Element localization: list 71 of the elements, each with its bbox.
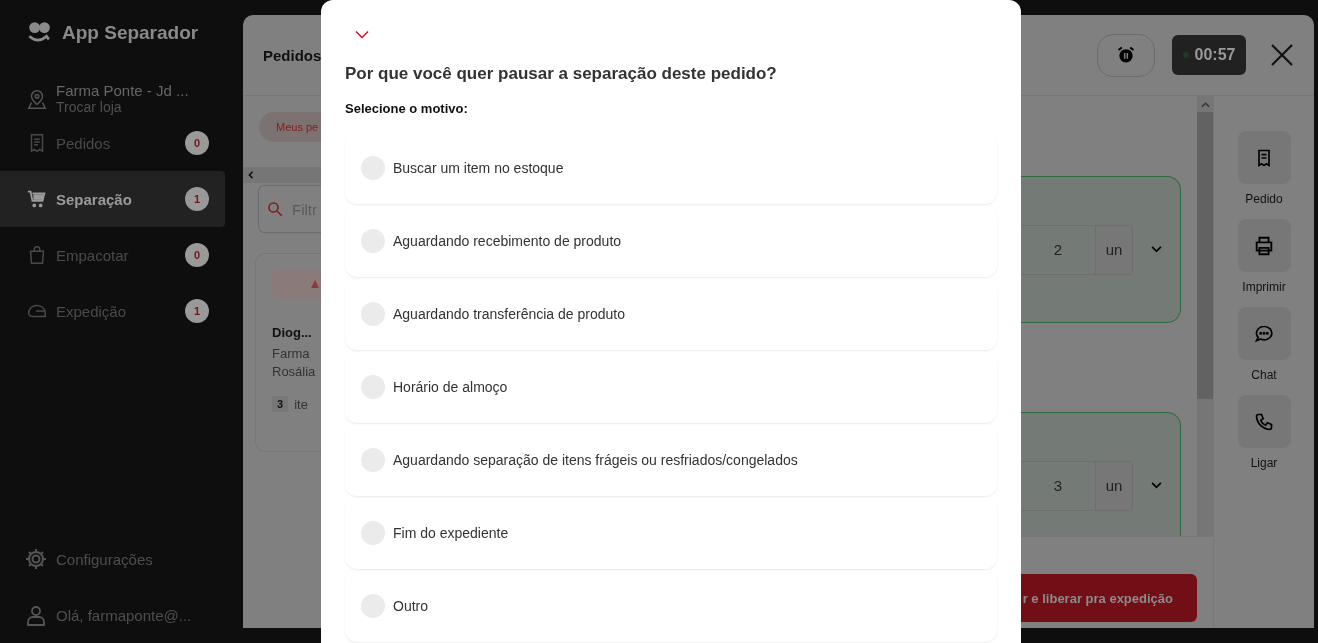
unit-label: un [1095,225,1132,274]
reason-option[interactable]: Horário de almoço [345,351,997,423]
reason-label: Buscar um item no estoque [393,160,564,176]
user-icon [24,603,48,627]
nav-item[interactable]: Empacotar 0 [0,227,225,283]
count-badge: 0 [185,243,209,267]
reason-option[interactable]: Fim do expediente [345,497,997,569]
pause-alarm-button[interactable] [1097,33,1155,77]
item-count-label: ite [294,396,308,412]
reason-label: Aguardando transferência de produto [393,306,625,322]
close-icon[interactable] [1270,43,1294,67]
quantity-field[interactable]: 2 un [1021,224,1133,275]
phone-action-button[interactable] [1237,395,1291,448]
quantity-field[interactable]: 3 un [1021,460,1133,511]
horizontal-scrollbar[interactable] [243,167,321,183]
store-line: Farma [272,345,311,363]
user-greeting: Olá, farmaponte@... [56,606,192,624]
reason-label: Horário de almoço [393,379,508,395]
change-store-link[interactable]: Trocar loja [56,99,189,115]
reason-option[interactable]: Aguardando transferência de produto [345,278,997,350]
timer-value: 00:57 [1194,46,1236,64]
dialog-prompt: Selecione o motivo: [345,101,469,116]
address-line: Rosália [272,363,317,381]
chevron-down-icon[interactable] [1151,482,1162,489]
phone-icon [1254,411,1274,432]
reason-option[interactable]: Outro [345,570,997,642]
customer-name: Diog... [272,325,313,340]
chevron-down-icon[interactable] [1151,246,1162,253]
alert-icon [311,279,319,289]
item-count-badge: 3 [272,396,289,412]
count-badge: 1 [185,187,209,211]
finish-button[interactable]: r e liberar pra expedição [1021,574,1197,622]
reason-option[interactable]: Aguardando recebimento de produto [345,205,997,277]
vertical-scrollbar[interactable] [1197,96,1213,536]
action-label: Chat [1251,368,1277,382]
action-label: Imprimir [1242,280,1286,294]
status-dot [1182,52,1189,58]
chat-action-button[interactable] [1237,307,1291,360]
chat-icon [1254,323,1274,344]
nav-item[interactable]: Pedidos 0 [0,115,225,171]
nav-item[interactable]: Separação 1 [0,171,225,227]
scrollbar-thumb[interactable] [1197,112,1213,399]
reason-label: Aguardando recebimento de produto [393,233,622,249]
chevron-down-icon[interactable] [353,30,371,39]
quantity-value: 2 [1052,240,1064,260]
cart-icon [26,188,48,210]
quantity-value: 3 [1052,476,1064,496]
count-badge: 1 [185,299,209,323]
chevron-up-icon [1200,102,1210,108]
nav-item[interactable]: Expedição 1 [0,283,225,339]
action-label: Ligar [1250,456,1278,470]
reason-label: Fim do expediente [393,525,509,541]
reason-option[interactable]: Buscar um item no estoque [345,132,997,204]
reason-label: Outro [393,598,428,614]
action-label: Pedido [1245,192,1283,206]
dialog-title: Por que você quer pausar a separação deste pedido? [345,64,778,84]
settings-icon [24,547,48,571]
unit-label: un [1095,461,1132,510]
store-name: Farma Ponte - Jd ... [56,82,189,99]
receipt-action-button[interactable] [1237,131,1291,184]
printer-icon [1253,234,1275,257]
app-title: App Separador [62,22,199,44]
order-card[interactable]: Diog... Farma Rosália 3 ite [255,253,321,452]
chevron-left-icon [247,171,255,179]
reason-label: Aguardando separação de itens frágeis ou resfriados/congelados [393,452,798,468]
panel-title: Pedidos [263,46,321,64]
alarm-clock-icon [1116,45,1136,65]
printer-action-button[interactable] [1237,219,1291,272]
count-badge: 0 [185,131,209,155]
search-icon [266,200,284,218]
reason-option[interactable]: Aguardando separação de itens frágeis ou resfriados/congelados [345,424,997,496]
